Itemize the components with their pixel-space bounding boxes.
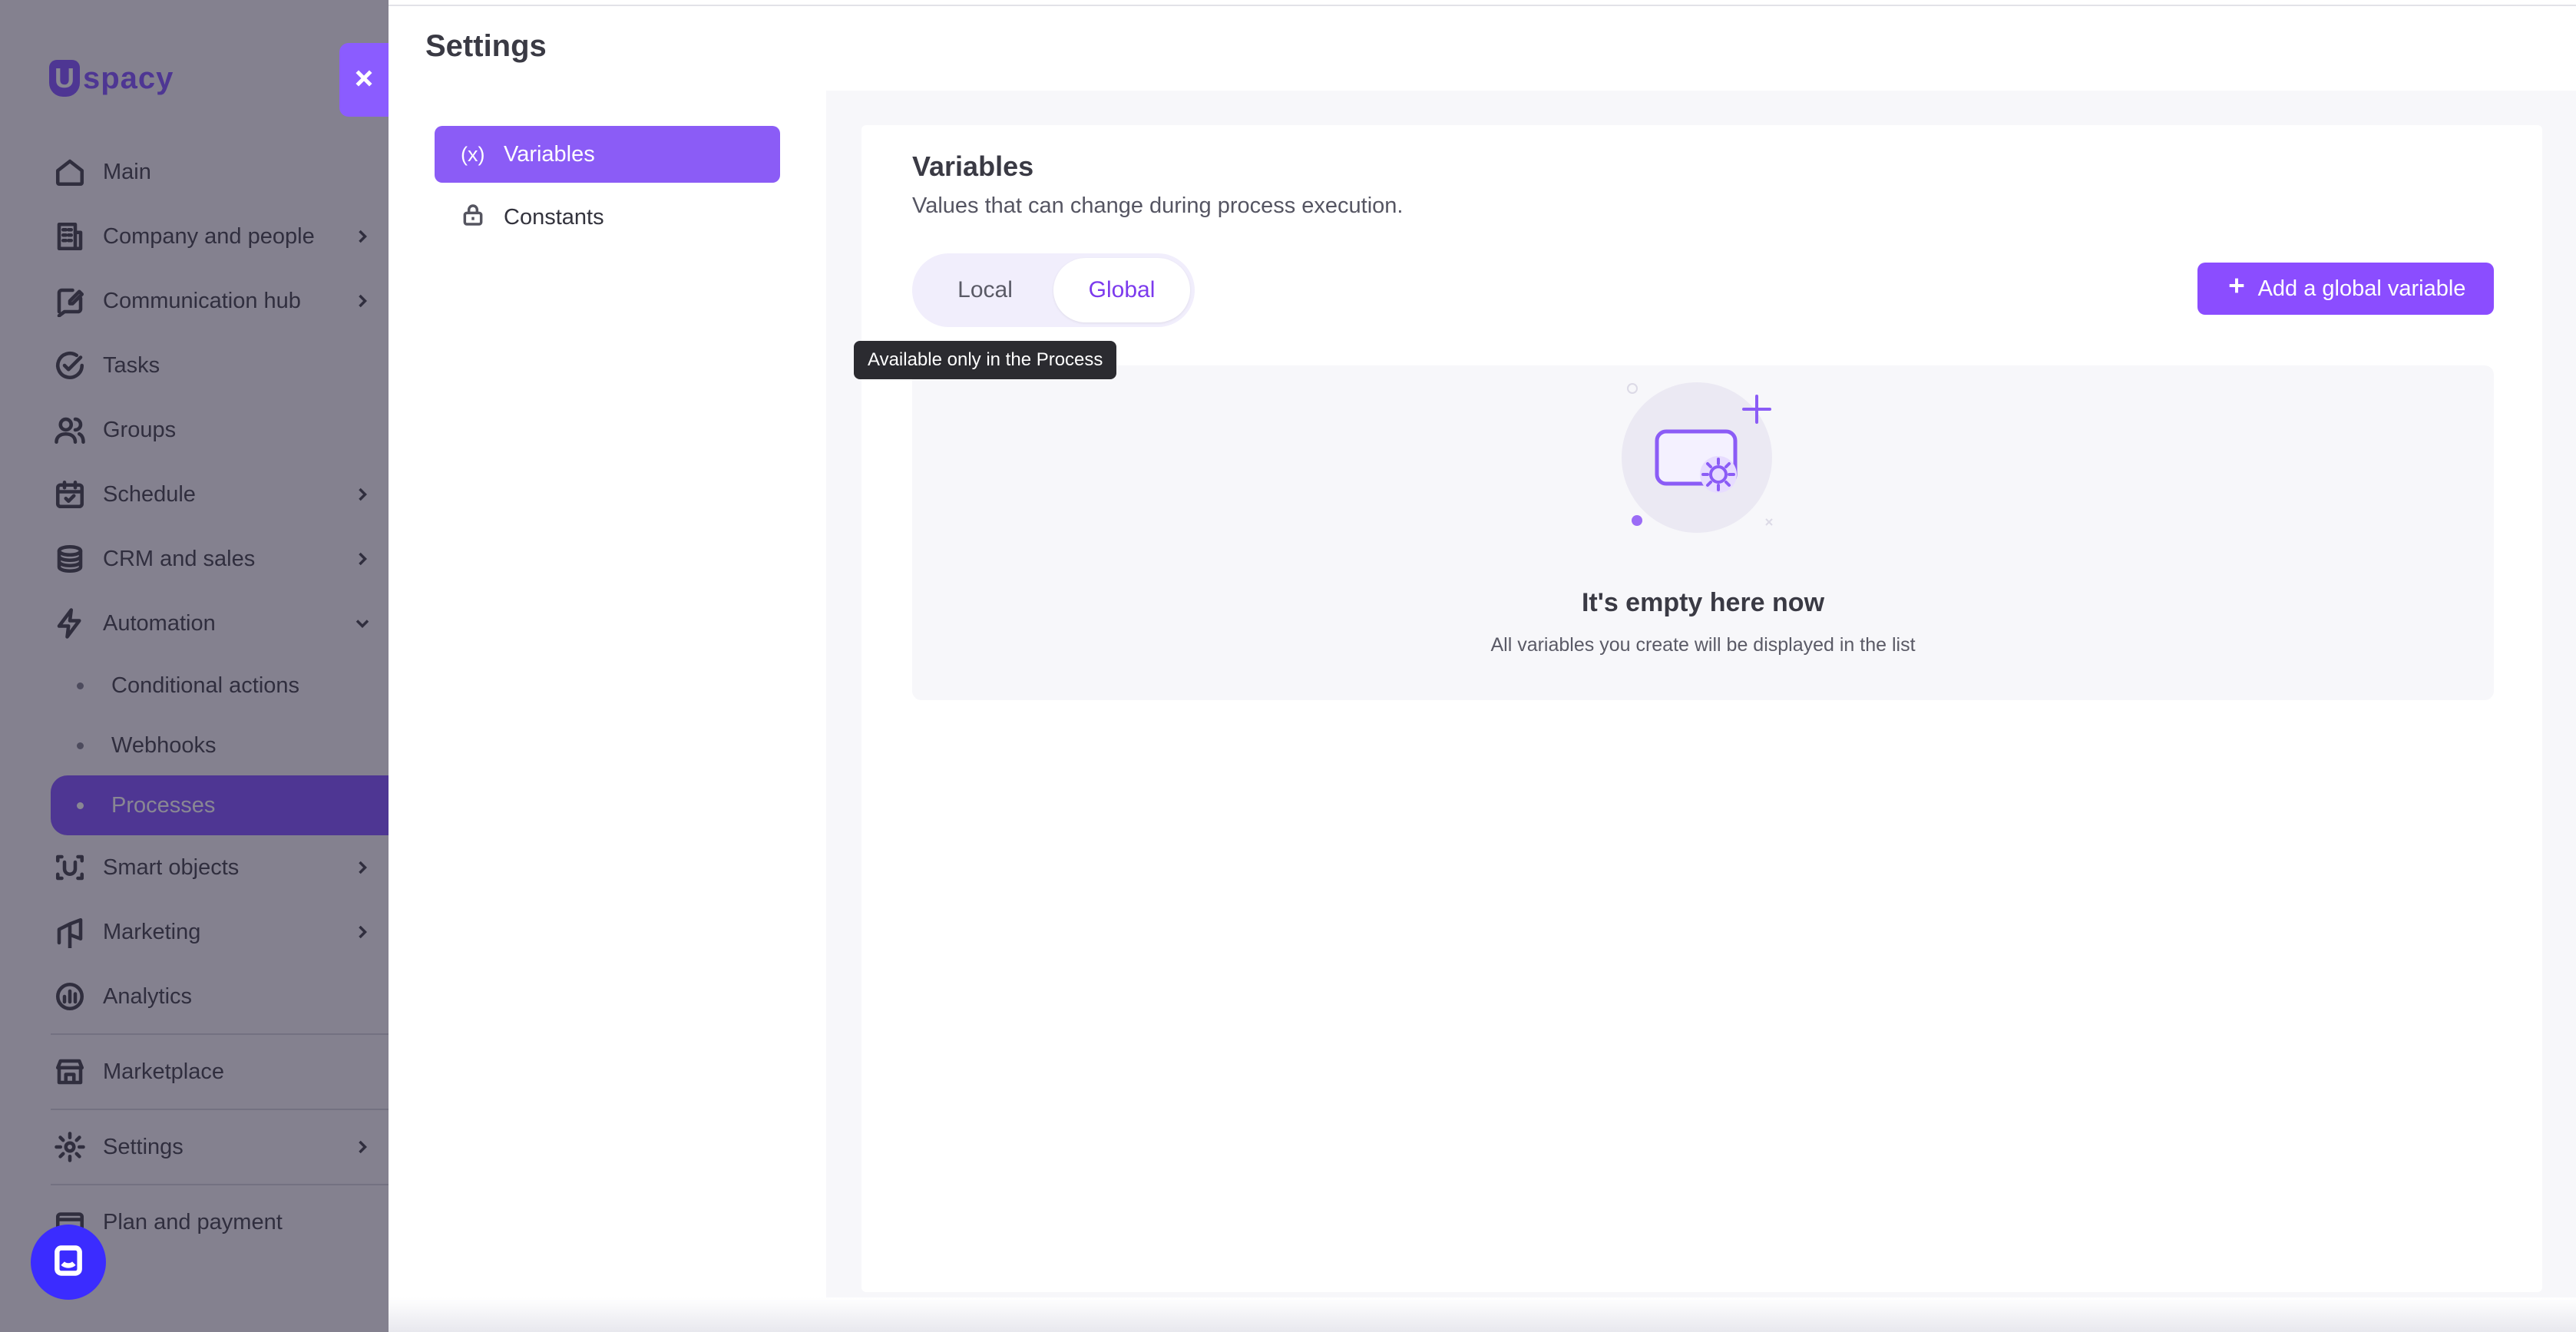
empty-title: It's empty here now	[1581, 588, 1825, 617]
bullet-dot	[77, 802, 84, 809]
close-panel-button[interactable]	[339, 43, 389, 117]
nav-label: Settings	[103, 1134, 184, 1159]
empty-illustration-icon	[1622, 382, 1773, 533]
app-sidebar: U spacy Main Company and people Communic…	[0, 0, 389, 1332]
nav-item-schedule[interactable]: Schedule	[51, 462, 389, 527]
nav-divider	[51, 1109, 389, 1110]
settings-nav-label: Variables	[504, 141, 595, 167]
section-title: Variables	[912, 150, 1034, 182]
nav-divider	[51, 1184, 389, 1185]
coins-icon	[51, 540, 89, 578]
nav-subitem-conditional-actions[interactable]: Conditional actions	[51, 656, 389, 716]
logo-text: spacy	[83, 61, 174, 95]
nav-label: Communication hub	[103, 288, 301, 313]
nav-item-tasks[interactable]: Tasks	[51, 333, 389, 398]
settings-nav: (x) Variables Constants	[435, 126, 780, 252]
nav-label: Smart objects	[103, 854, 240, 880]
nav-label: CRM and sales	[103, 546, 256, 571]
chevron-right-icon	[352, 226, 373, 247]
nav-item-main[interactable]: Main	[51, 140, 389, 204]
chevron-right-icon	[352, 548, 373, 570]
settings-nav-constants[interactable]: Constants	[435, 189, 780, 246]
nav-item-settings[interactable]: Settings	[51, 1115, 389, 1179]
nav-subitem-processes[interactable]: Processes	[51, 775, 389, 835]
section-subtitle: Values that can change during process ex…	[912, 193, 1404, 218]
lock-icon	[461, 203, 491, 233]
nav-label: Processes	[111, 792, 216, 818]
nav-item-smart-objects[interactable]: Smart objects	[51, 835, 389, 900]
nav-label: Tasks	[103, 352, 160, 378]
nav-label: Plan and payment	[103, 1209, 283, 1234]
users-icon	[51, 411, 89, 449]
toggle-local[interactable]: Local	[917, 258, 1053, 322]
building-icon	[51, 217, 89, 256]
chevron-right-icon	[352, 290, 373, 312]
nav-label: Main	[103, 159, 151, 184]
chevron-right-icon	[352, 1136, 373, 1158]
nav-label: Company and people	[103, 223, 315, 249]
settings-panel: Settings (x) Variables Constants Variabl…	[389, 6, 2576, 1328]
nav-item-crm-and-sales[interactable]: CRM and sales	[51, 527, 389, 591]
nav-label: Schedule	[103, 481, 196, 507]
chat-icon	[51, 1244, 85, 1281]
close-icon	[352, 67, 375, 94]
empty-subtitle: All variables you create will be display…	[1490, 634, 1916, 656]
megaphone-icon	[51, 913, 89, 951]
tooltip: Available only in the Process	[854, 341, 1117, 379]
nav-item-marketing[interactable]: Marketing	[51, 900, 389, 964]
bullet-dot	[77, 742, 84, 749]
nav-item-groups[interactable]: Groups	[51, 398, 389, 462]
logo-mark: U	[49, 60, 80, 97]
panel-title: Settings	[425, 29, 547, 63]
nav-label: Webhooks	[111, 732, 217, 758]
toggle-global[interactable]: Global	[1053, 258, 1190, 322]
support-chat-button[interactable]	[31, 1225, 106, 1300]
logo[interactable]: U spacy	[49, 60, 174, 97]
add-global-variable-button[interactable]: Add a global variable	[2197, 263, 2494, 315]
nav-divider	[51, 1033, 389, 1035]
nav-subitem-webhooks[interactable]: Webhooks	[51, 716, 389, 775]
nav-label: Conditional actions	[111, 673, 300, 698]
nav-label: Analytics	[103, 983, 193, 1009]
chat-edit-icon	[51, 282, 89, 320]
variable-icon: (x)	[461, 142, 485, 166]
nav-label: Marketplace	[103, 1059, 224, 1084]
home-icon	[51, 153, 89, 191]
nav-item-company-and-people[interactable]: Company and people	[51, 204, 389, 269]
chevron-down-icon	[352, 613, 373, 634]
plus-icon	[2226, 275, 2247, 302]
nav-label: Groups	[103, 417, 177, 442]
top-border	[389, 0, 2576, 6]
scan-icon	[51, 848, 89, 887]
settings-nav-label: Constants	[504, 204, 604, 230]
settings-nav-variables[interactable]: (x) Variables	[435, 126, 780, 183]
store-icon	[51, 1053, 89, 1091]
nav-item-automation[interactable]: Automation	[51, 591, 389, 656]
chevron-right-icon	[352, 921, 373, 943]
nav-item-marketplace[interactable]: Marketplace	[51, 1039, 389, 1104]
chart-icon	[51, 977, 89, 1016]
scope-toggle: Local Global	[912, 253, 1195, 327]
chevron-right-icon	[352, 857, 373, 878]
nav-item-communication-hub[interactable]: Communication hub	[51, 269, 389, 333]
chevron-right-icon	[352, 484, 373, 505]
nav-label: Automation	[103, 610, 216, 636]
nav-item-analytics[interactable]: Analytics	[51, 964, 389, 1029]
check-circle-icon	[51, 346, 89, 385]
empty-state: It's empty here now All variables you cr…	[912, 365, 2494, 700]
calendar-icon	[51, 475, 89, 514]
lightning-icon	[51, 604, 89, 643]
add-button-label: Add a global variable	[2257, 276, 2466, 301]
bullet-dot	[77, 682, 84, 689]
bottom-shade	[389, 1297, 2576, 1332]
nav-label: Marketing	[103, 919, 201, 944]
gear-icon	[51, 1128, 89, 1166]
main-nav: Main Company and people Communication hu…	[51, 140, 389, 1254]
